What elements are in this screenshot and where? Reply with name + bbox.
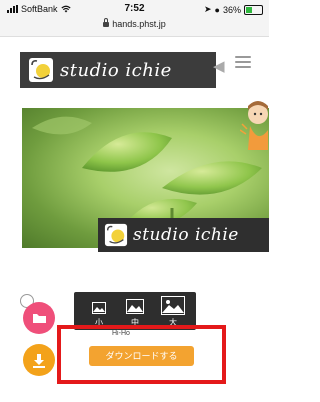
logo-mark-icon [29, 58, 53, 82]
image-small-icon [92, 302, 106, 314]
logo-text: studio ichie [60, 59, 172, 81]
back-chevron-icon[interactable]: ◀ [213, 57, 225, 75]
image-large-icon [161, 296, 185, 315]
size-medium-button[interactable]: 中 [120, 296, 150, 328]
lock-icon [103, 18, 110, 27]
watermark-logo-mark-icon [104, 223, 128, 247]
character-illustration [240, 101, 268, 150]
size-large-button[interactable]: 大 [156, 296, 190, 328]
site-logo[interactable]: studio ichie [20, 52, 216, 88]
image-medium-icon [126, 299, 144, 314]
folder-fab-button[interactable] [23, 302, 55, 334]
download-fab-button[interactable] [23, 344, 55, 376]
watermark-logo-text: studio ichie [133, 225, 239, 245]
status-bar: SoftBank 7:52 ➤ ● 36% hands.phst.jp [0, 0, 269, 37]
address-bar[interactable]: hands.phst.jp [0, 18, 269, 29]
url-text: hands.phst.jp [112, 19, 166, 29]
download-icon [33, 354, 45, 368]
download-button[interactable]: ダウンロードする [89, 346, 194, 366]
hero-watermark-logo: studio ichie [98, 218, 269, 252]
hamburger-menu-icon[interactable] [235, 56, 251, 68]
battery-icon [244, 4, 263, 15]
size-small-button[interactable]: 小 [84, 296, 114, 328]
status-bar-right: ➤ ● 36% [204, 4, 263, 15]
alarm-icon: ● [214, 4, 220, 15]
folder-icon [33, 314, 46, 323]
battery-percent: 36% [222, 4, 241, 15]
location-icon: ➤ [204, 4, 212, 14]
